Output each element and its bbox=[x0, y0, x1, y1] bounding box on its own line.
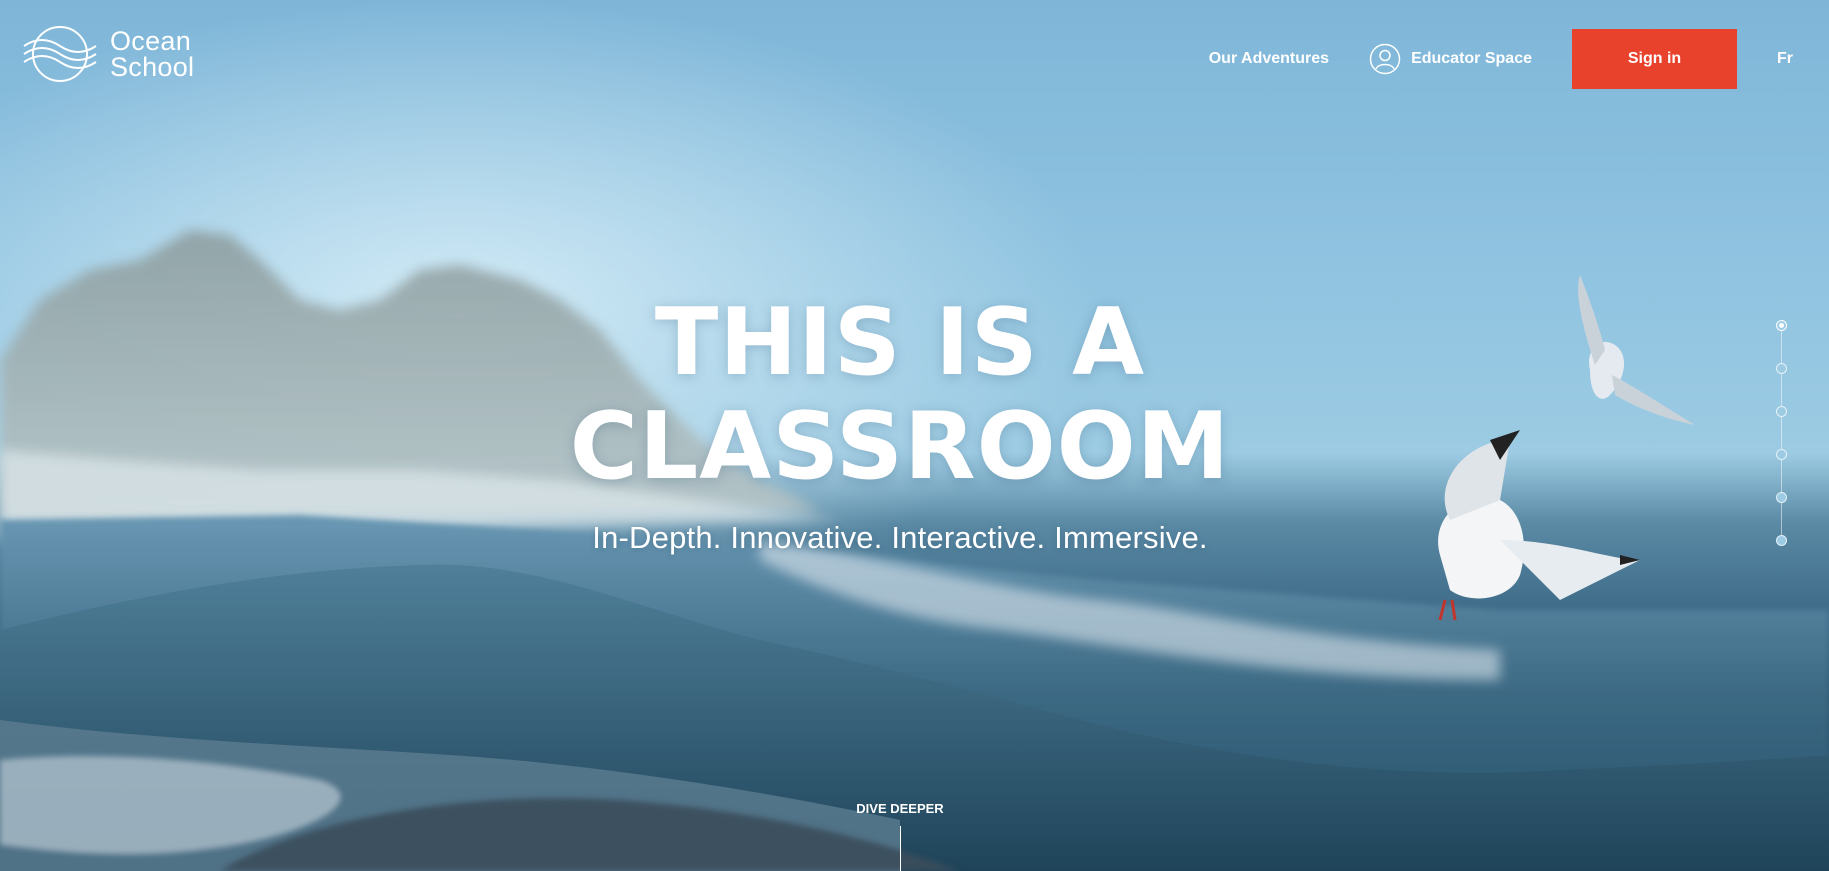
ocean-school-logo[interactable]: Ocean School bbox=[22, 24, 194, 84]
nav-educator-space-link[interactable]: Educator Space bbox=[1369, 43, 1532, 75]
language-switch-fr[interactable]: Fr bbox=[1777, 50, 1793, 68]
hero-tagline: In-Depth. Innovative. Interactive. Immer… bbox=[592, 520, 1208, 555]
section-pager bbox=[1775, 320, 1789, 550]
ocean-waves-logo-icon bbox=[23, 26, 97, 82]
dive-deeper-link[interactable]: DIVE DEEPER bbox=[830, 801, 970, 816]
pager-dot-1[interactable] bbox=[1776, 320, 1787, 331]
hero-headline-block: THIS IS A CLASSROOM In-Depth. Innovative… bbox=[0, 290, 1800, 556]
main-navigation: Our Adventures Educator Space Sign in Fr bbox=[1209, 29, 1793, 89]
pager-dot-2[interactable] bbox=[1776, 363, 1787, 374]
logo-wordmark: Ocean School bbox=[110, 26, 195, 82]
pager-dot-4[interactable] bbox=[1776, 449, 1787, 460]
nav-our-adventures-link[interactable]: Our Adventures bbox=[1209, 50, 1329, 68]
pager-track bbox=[1781, 328, 1782, 542]
dive-deeper-line bbox=[900, 826, 901, 871]
sign-in-button[interactable]: Sign in bbox=[1572, 29, 1737, 89]
hero-headline: THIS IS A CLASSROOM bbox=[0, 290, 1800, 498]
nav-educator-space-label: Educator Space bbox=[1411, 50, 1532, 67]
logo-line-ocean: Ocean bbox=[110, 26, 192, 56]
hero-headline-line1: THIS IS A bbox=[654, 288, 1146, 396]
logo-line-school: School bbox=[110, 52, 195, 82]
pager-dot-3[interactable] bbox=[1776, 406, 1787, 417]
pager-dot-6[interactable] bbox=[1776, 535, 1787, 546]
pager-dot-5[interactable] bbox=[1776, 492, 1787, 503]
hero-section: Ocean School Our Adventures Educator Spa… bbox=[0, 0, 1829, 871]
user-circle-icon bbox=[1369, 43, 1401, 75]
hero-headline-line2: CLASSROOM bbox=[569, 392, 1231, 500]
